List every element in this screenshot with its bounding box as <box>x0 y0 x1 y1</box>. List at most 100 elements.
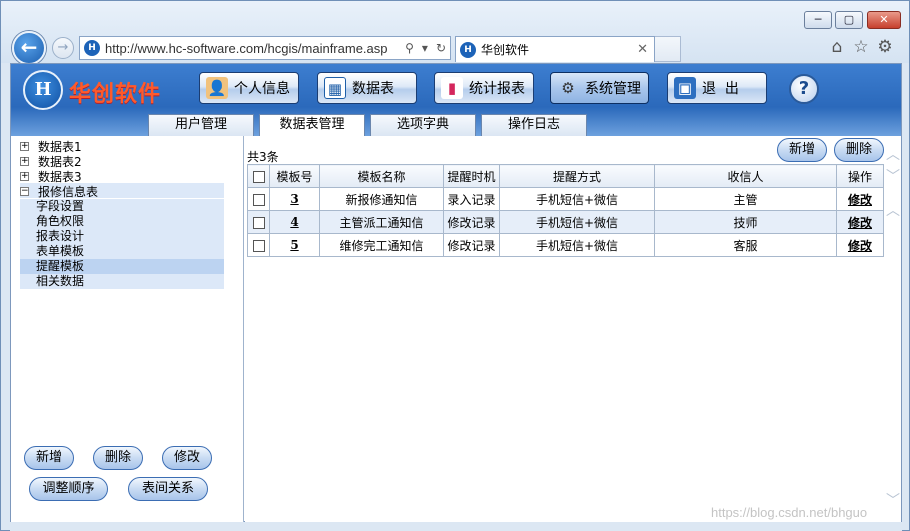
table-header-row: 模板号 模板名称 提醒时机 提醒方式 收信人 操作 <box>247 164 884 188</box>
nav-logout-button[interactable]: ▣ 退 出 <box>667 72 767 104</box>
nav-label: 系统管理 <box>585 81 641 97</box>
maximize-button[interactable]: ▢ <box>835 11 863 29</box>
column-header-recipient: 收信人 <box>654 164 837 188</box>
row-select-cell[interactable] <box>247 187 270 211</box>
nav-label: 个人信息 <box>234 81 290 97</box>
column-header-name: 模板名称 <box>319 164 444 188</box>
new-tab-button[interactable] <box>655 36 681 62</box>
tree-child-field-settings[interactable]: 字段设置 <box>20 199 224 214</box>
grid-add-button[interactable]: 新增 <box>777 138 827 162</box>
chart-icon: ▮ <box>441 77 463 99</box>
tree-child-form-template[interactable]: 表单模板 <box>20 244 224 259</box>
template-id-link[interactable]: 5 <box>269 233 320 257</box>
recipient: 客服 <box>654 233 837 257</box>
select-all-checkbox[interactable] <box>252 170 265 183</box>
tree-child-reminder-template[interactable]: 提醒模板 <box>20 259 224 274</box>
column-header-timing: 提醒时机 <box>443 164 500 188</box>
template-id-link[interactable]: 3 <box>269 187 320 211</box>
watermark-text: https://blog.csdn.net/bhguo <box>711 505 868 520</box>
app-frame: H 华创软件 👤 个人信息 ▦ 数据表 ▮ 统计报表 ⚙ 系统管理 ▣ 退 出 <box>10 63 902 522</box>
reminder-method: 手机短信+微信 <box>499 210 655 234</box>
row-checkbox[interactable] <box>252 216 265 229</box>
home-icon[interactable]: ⌂ <box>827 37 847 57</box>
row-select-cell[interactable] <box>247 233 270 257</box>
edit-link[interactable]: 修改 <box>836 210 884 234</box>
logo-icon: H <box>23 70 63 110</box>
collapse-icon[interactable]: − <box>20 187 29 196</box>
scroll-up-icon-lower[interactable]: ︿ <box>886 200 900 220</box>
reminder-method: 手机短信+微信 <box>499 233 655 257</box>
vertical-scrollbar[interactable]: ︿ ﹀ ︿ ﹀ <box>883 136 901 522</box>
left-tree-panel: + 数据表1 + 数据表2 + 数据表3 − 报修信息表 字段设置 角色权限 报… <box>11 136 244 522</box>
tree-node-table2[interactable]: + 数据表2 <box>20 154 82 169</box>
table-icon: ▦ <box>324 77 346 99</box>
template-list-panel: 共3条 新增 删除 模板号 模板名称 提醒时机 提醒方式 收信人 操作 3 新报… <box>245 136 901 522</box>
row-select-cell[interactable] <box>247 210 270 234</box>
tree-node-table3[interactable]: + 数据表3 <box>20 169 82 184</box>
close-window-button[interactable]: ✕ <box>867 11 901 29</box>
table-relations-button[interactable]: 表间关系 <box>128 477 208 501</box>
tree-node-label: 报修信息表 <box>38 185 99 199</box>
url-text[interactable]: http://www.hc-software.com/hcgis/mainfra… <box>105 41 401 56</box>
minimize-button[interactable]: ─ <box>804 11 832 29</box>
address-dropdown-icon[interactable]: ▾ <box>418 41 432 55</box>
grid-delete-button[interactable]: 删除 <box>834 138 884 162</box>
template-name: 主管派工通知信 <box>319 210 444 234</box>
tree-delete-button[interactable]: 删除 <box>93 446 143 470</box>
table-row: 3 新报修通知信 录入记录 手机短信+微信 主管 修改 <box>247 187 884 211</box>
reminder-timing: 修改记录 <box>443 210 500 234</box>
address-bar[interactable]: H http://www.hc-software.com/hcgis/mainf… <box>79 36 451 60</box>
table-row: 5 维修完工通知信 修改记录 手机短信+微信 客服 修改 <box>247 233 884 257</box>
scroll-down-icon[interactable]: ﹀ <box>886 166 900 186</box>
tab-table-management[interactable]: 数据表管理 <box>259 114 365 137</box>
tree-node-table1[interactable]: + 数据表1 <box>20 139 82 154</box>
browser-window: ─ ▢ ✕ ← → H http://www.hc-software.com/h… <box>0 0 910 531</box>
select-all-cell[interactable] <box>247 164 270 188</box>
nav-label: 数据表 <box>352 81 394 97</box>
recipient: 技师 <box>654 210 837 234</box>
column-header-id: 模板号 <box>269 164 320 188</box>
forward-icon[interactable]: → <box>52 37 74 59</box>
site-favicon-icon: H <box>84 40 100 56</box>
expand-icon[interactable]: + <box>20 157 29 166</box>
refresh-icon[interactable]: ↻ <box>432 41 450 55</box>
nav-label: 退 出 <box>702 81 739 97</box>
tab-close-icon[interactable]: ✕ <box>631 42 654 57</box>
nav-system-management-button[interactable]: ⚙ 系统管理 <box>550 72 649 104</box>
tree-edit-button[interactable]: 修改 <box>162 446 212 470</box>
browser-tab[interactable]: H 华创软件 ✕ <box>455 36 655 62</box>
status-strip <box>10 522 902 531</box>
reorder-button[interactable]: 调整顺序 <box>29 477 108 501</box>
favorites-icon[interactable]: ☆ <box>851 37 871 57</box>
edit-link[interactable]: 修改 <box>836 233 884 257</box>
help-icon[interactable]: ? <box>789 74 819 104</box>
tab-user-management[interactable]: 用户管理 <box>148 114 254 136</box>
tab-operation-log[interactable]: 操作日志 <box>481 114 587 136</box>
tree-child-related-data[interactable]: 相关数据 <box>20 274 224 289</box>
exit-icon: ▣ <box>674 77 696 99</box>
expand-icon[interactable]: + <box>20 172 29 181</box>
template-id-link[interactable]: 4 <box>269 210 320 234</box>
tab-option-dictionary[interactable]: 选项字典 <box>370 114 476 136</box>
scroll-down-icon-lower[interactable]: ﹀ <box>886 490 900 510</box>
tree-node-repair-info[interactable]: − 报修信息表 <box>20 184 98 199</box>
search-icon[interactable]: ⚲ <box>401 41 418 55</box>
edit-link[interactable]: 修改 <box>836 187 884 211</box>
nav-personal-info-button[interactable]: 👤 个人信息 <box>199 72 299 104</box>
gear-icon: ⚙ <box>561 79 575 97</box>
column-header-method: 提醒方式 <box>499 164 655 188</box>
expand-icon[interactable]: + <box>20 142 29 151</box>
tree-child-role-permissions[interactable]: 角色权限 <box>20 214 224 229</box>
settings-icon[interactable]: ⚙ <box>875 37 895 57</box>
scroll-up-icon[interactable]: ︿ <box>886 144 900 164</box>
column-header-action: 操作 <box>836 164 884 188</box>
row-checkbox[interactable] <box>252 239 265 252</box>
brand-title: 华创软件 <box>69 82 162 107</box>
tree-add-button[interactable]: 新增 <box>24 446 74 470</box>
nav-statistics-button[interactable]: ▮ 统计报表 <box>434 72 534 104</box>
back-icon[interactable]: ← <box>12 31 46 65</box>
row-checkbox[interactable] <box>252 193 265 206</box>
tree-child-report-design[interactable]: 报表设计 <box>20 229 224 244</box>
nav-data-tables-button[interactable]: ▦ 数据表 <box>317 72 417 104</box>
reminder-method: 手机短信+微信 <box>499 187 655 211</box>
